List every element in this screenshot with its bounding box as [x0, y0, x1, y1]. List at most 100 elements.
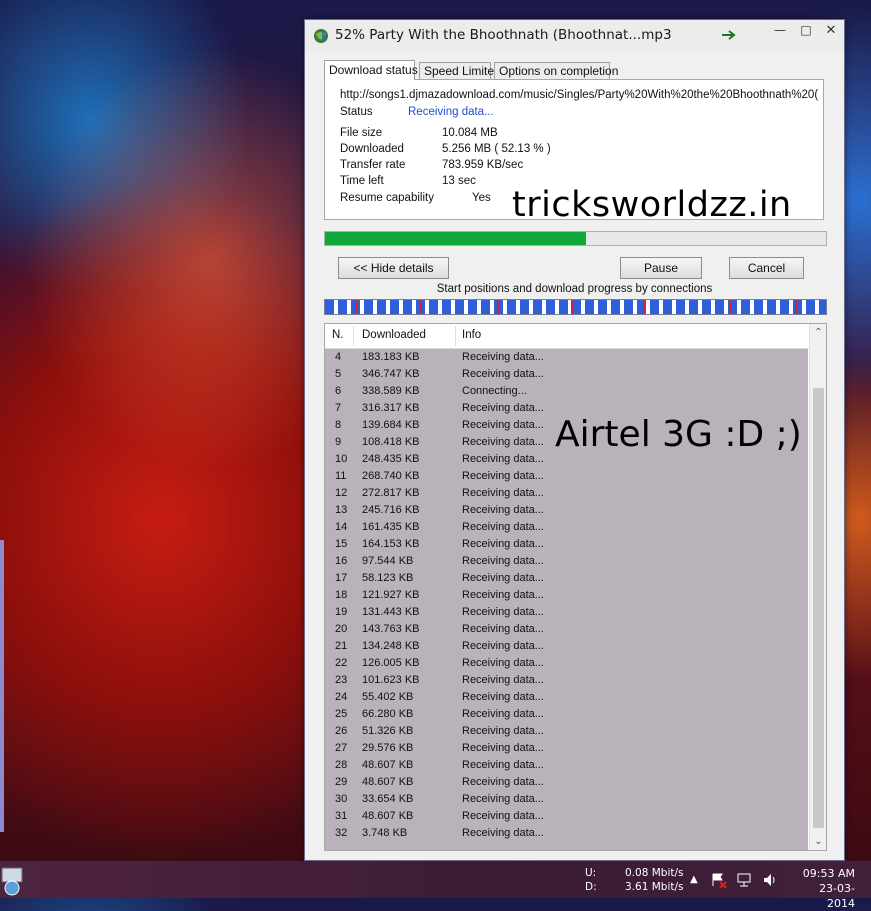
table-row[interactable]: 21 134.248 KB Receiving data...	[325, 638, 808, 655]
connection-number: 8	[335, 419, 342, 431]
watermark-text: tricksworldzz.in	[512, 185, 792, 225]
table-row[interactable]: 5 346.747 KB Receiving data...	[325, 366, 808, 383]
column-header-downloaded[interactable]: Downloaded	[362, 329, 426, 341]
download-status-panel: http://songs1.djmazadownload.com/music/S…	[324, 79, 824, 225]
connection-number: 20	[335, 623, 348, 635]
scroll-up-icon[interactable]: ⌃	[810, 324, 826, 341]
table-row[interactable]: 22 126.005 KB Receiving data...	[325, 655, 808, 672]
connection-downloaded: 55.402 KB	[362, 691, 414, 703]
title-bar[interactable]: 52% Party With the Bhoothnath (Bhoothnat…	[305, 20, 844, 52]
connection-number: 14	[335, 521, 348, 533]
table-scrollbar[interactable]: ⌃ ⌄	[809, 324, 826, 850]
table-row[interactable]: 31 48.607 KB Receiving data...	[325, 808, 808, 825]
table-row[interactable]: 16 97.544 KB Receiving data...	[325, 553, 808, 570]
table-row[interactable]: 4 183.183 KB Receiving data...	[325, 349, 808, 366]
status-label: Status	[340, 106, 373, 118]
minimize-to-tray-icon[interactable]	[721, 29, 739, 41]
table-row[interactable]: 25 66.280 KB Receiving data...	[325, 706, 808, 723]
time-left-label: Time left	[340, 175, 384, 187]
close-button[interactable]: ✕	[819, 20, 843, 40]
connection-downloaded: 126.005 KB	[362, 657, 420, 669]
start-network-icon[interactable]	[0, 862, 30, 898]
connections-progress-bar	[324, 299, 827, 315]
connection-number: 28	[335, 759, 348, 771]
table-row[interactable]: 17 58.123 KB Receiving data...	[325, 570, 808, 587]
tab-options-on-completion[interactable]: Options on completion	[494, 62, 618, 79]
pause-button[interactable]: Pause	[620, 257, 702, 279]
connection-number: 24	[335, 691, 348, 703]
download-progress-fill	[325, 232, 586, 245]
resume-capability-label: Resume capability	[340, 192, 434, 204]
hide-details-button[interactable]: << Hide details	[338, 257, 449, 279]
table-row[interactable]: 28 48.607 KB Receiving data...	[325, 757, 808, 774]
connection-number: 29	[335, 776, 348, 788]
table-row[interactable]: 30 33.654 KB Receiving data...	[325, 791, 808, 808]
connection-number: 26	[335, 725, 348, 737]
connection-info: Receiving data...	[462, 725, 544, 737]
table-row[interactable]: 15 164.153 KB Receiving data...	[325, 536, 808, 553]
connection-info: Receiving data...	[462, 776, 544, 788]
connection-downloaded: 268.740 KB	[362, 470, 420, 482]
transfer-rate-value: 783.959 KB/sec	[442, 159, 524, 171]
clock-date: 23-03-2014	[819, 882, 855, 910]
table-row[interactable]: 14 161.435 KB Receiving data...	[325, 519, 808, 536]
column-divider[interactable]	[455, 326, 456, 346]
volume-icon[interactable]	[762, 872, 778, 888]
clock-time: 09:53 AM	[802, 867, 855, 880]
show-hidden-icons-chevron-icon[interactable]: ▲	[690, 874, 698, 885]
scroll-down-icon[interactable]: ⌄	[810, 833, 826, 850]
column-header-info[interactable]: Info	[462, 329, 481, 341]
connection-downloaded: 3.748 KB	[362, 827, 408, 839]
connection-number: 4	[335, 351, 342, 363]
connection-number: 5	[335, 368, 342, 380]
connection-number: 32	[335, 827, 348, 839]
table-row[interactable]: 27 29.576 KB Receiving data...	[325, 740, 808, 757]
table-row[interactable]: 19 131.443 KB Receiving data...	[325, 604, 808, 621]
transfer-rate-label: Transfer rate	[340, 159, 406, 171]
table-header: N. Downloaded Info	[325, 324, 809, 349]
connection-info: Receiving data...	[462, 572, 544, 584]
connection-downloaded: 33.654 KB	[362, 793, 414, 805]
column-divider[interactable]	[353, 326, 354, 346]
tab-speed-limiter[interactable]: Speed Limiter	[419, 62, 498, 79]
download-url: http://songs1.djmazadownload.com/music/S…	[340, 89, 818, 101]
network-icon[interactable]	[736, 872, 752, 888]
connection-downloaded: 245.716 KB	[362, 504, 420, 516]
connection-downloaded: 66.280 KB	[362, 708, 414, 720]
table-row[interactable]: 18 121.927 KB Receiving data...	[325, 587, 808, 604]
table-row[interactable]: 12 272.817 KB Receiving data...	[325, 485, 808, 502]
connection-info: Receiving data...	[462, 589, 544, 601]
connection-info: Receiving data...	[462, 708, 544, 720]
table-row[interactable]: 24 55.402 KB Receiving data...	[325, 689, 808, 706]
action-center-flag-icon[interactable]	[711, 872, 727, 888]
connection-number: 11	[335, 470, 347, 482]
connection-number: 18	[335, 589, 348, 601]
connection-marker	[571, 300, 573, 314]
download-speed: 3.61 Mbit/s	[625, 881, 684, 893]
table-row[interactable]: 26 51.326 KB Receiving data...	[325, 723, 808, 740]
minimize-button[interactable]: —	[767, 20, 793, 40]
table-row[interactable]: 32 3.748 KB Receiving data...	[325, 825, 808, 842]
connection-number: 16	[335, 555, 348, 567]
table-row[interactable]: 13 245.716 KB Receiving data...	[325, 502, 808, 519]
connection-info: Receiving data...	[462, 368, 544, 380]
connection-info: Receiving data...	[462, 810, 544, 822]
connection-number: 10	[335, 453, 348, 465]
table-row[interactable]: 20 143.763 KB Receiving data...	[325, 621, 808, 638]
system-clock[interactable]: 09:53 AM 23-03-2014	[795, 866, 855, 911]
table-row[interactable]: 11 268.740 KB Receiving data...	[325, 468, 808, 485]
maximize-button[interactable]: □	[793, 20, 819, 40]
connection-downloaded: 134.248 KB	[362, 640, 420, 652]
table-row[interactable]: 6 338.589 KB Connecting...	[325, 383, 808, 400]
tab-download-status[interactable]: Download status	[324, 60, 418, 80]
cancel-button[interactable]: Cancel	[729, 257, 804, 279]
table-row[interactable]: 29 48.607 KB Receiving data...	[325, 774, 808, 791]
connection-info: Receiving data...	[462, 351, 544, 363]
upload-label: U:	[585, 867, 597, 879]
connection-number: 27	[335, 742, 348, 754]
maximize-icon: □	[800, 23, 812, 37]
column-header-number[interactable]: N.	[332, 329, 344, 341]
scroll-thumb[interactable]	[813, 388, 824, 828]
table-row[interactable]: 23 101.623 KB Receiving data...	[325, 672, 808, 689]
connection-info: Receiving data...	[462, 555, 544, 567]
